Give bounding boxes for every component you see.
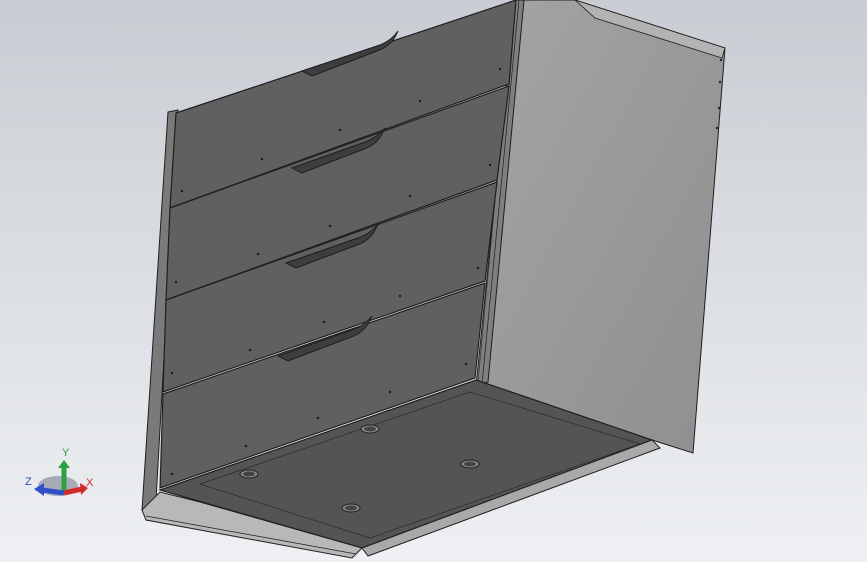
graphics-viewport[interactable]: Y X Z xyxy=(0,0,867,562)
triad-x-label: X xyxy=(86,477,94,489)
triad-y-label: Y xyxy=(62,447,70,459)
triad-z-axis xyxy=(41,487,65,496)
model-canvas[interactable]: Y X Z xyxy=(0,0,867,562)
triad-z-label: Z xyxy=(25,476,32,488)
